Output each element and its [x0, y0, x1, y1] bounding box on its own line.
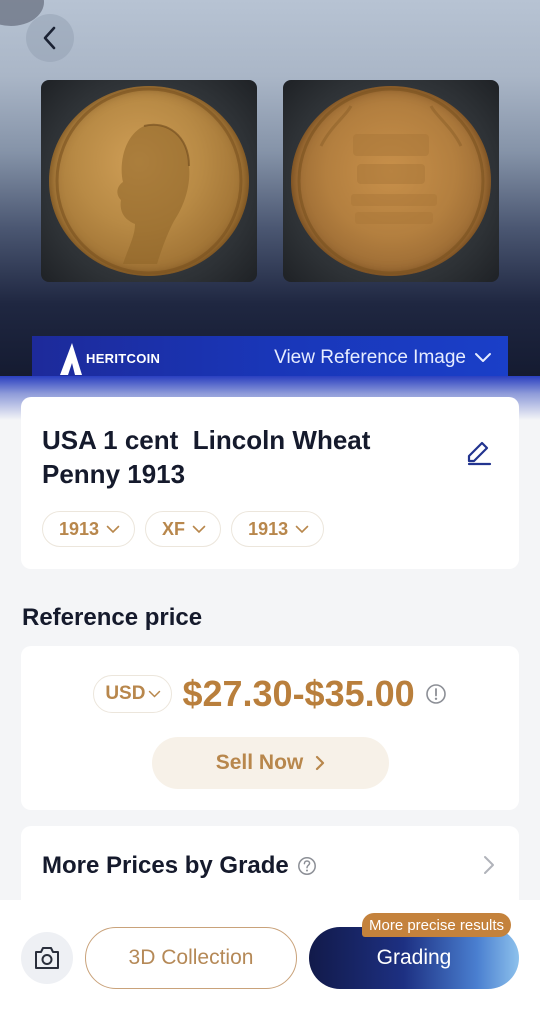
- more-precise-badge-label: More precise results: [369, 916, 505, 934]
- more-prices-label: More Prices by Grade: [42, 852, 289, 879]
- camera-icon: [35, 947, 59, 969]
- currency-label: USD: [105, 683, 146, 704]
- sell-now-label: Sell Now: [215, 751, 304, 774]
- brand-name: HERITCOIN: [86, 350, 161, 366]
- edit-button[interactable]: [465, 439, 493, 467]
- chevron-down-icon: [475, 353, 491, 362]
- coin-obverse: [49, 86, 249, 276]
- variety-chip-label: 1913: [248, 518, 289, 539]
- camera-button[interactable]: [21, 932, 73, 984]
- view-reference-label: View Reference Image: [274, 347, 466, 368]
- heritcoin-mark-icon: [60, 343, 82, 375]
- reference-banner[interactable]: HERITCOIN View Reference Image: [32, 336, 508, 380]
- year-chip[interactable]: 1913: [42, 511, 136, 547]
- more-precise-badge: More precise results: [362, 913, 512, 937]
- more-prices-by-grade-row[interactable]: More Prices by Grade: [21, 826, 519, 906]
- chevron-down-icon: [106, 525, 120, 533]
- edit-pencil-icon: [467, 441, 492, 466]
- coin-reverse: [291, 86, 491, 276]
- coin-title: USA 1 cent Lincoln Wheat Penny 1913: [42, 425, 378, 489]
- price-range: $27.30-$35.00: [182, 673, 415, 714]
- coin-image-header: HERITCOIN View Reference Image: [0, 0, 540, 380]
- heritcoin-logo: HERITCOIN: [58, 341, 160, 375]
- price-card: USD $27.30-$35.00 Sell Now: [21, 646, 519, 810]
- chevron-right-icon: [484, 856, 494, 874]
- chevron-down-icon: [149, 690, 161, 698]
- chevron-down-icon: [192, 525, 206, 533]
- variety-chip[interactable]: 1913: [231, 511, 325, 547]
- chevron-left-icon: [43, 26, 56, 50]
- help-icon[interactable]: [297, 856, 317, 876]
- coin-reverse-image[interactable]: [283, 80, 499, 282]
- price-row: USD $27.30-$35.00: [21, 673, 519, 715]
- more-prices-label-wrap: More Prices by Grade: [42, 852, 317, 880]
- bottom-action-bar: 3D Collection More precise results Gradi…: [0, 900, 540, 1016]
- chevron-down-icon: [295, 525, 309, 533]
- grade-chip-label: XF: [162, 518, 186, 539]
- grading-label: Grading: [376, 946, 452, 969]
- year-chip-label: 1913: [59, 518, 100, 539]
- chevron-right-icon: [316, 755, 325, 771]
- info-icon[interactable]: [425, 683, 447, 705]
- attribute-chips: 1913 XF 1913: [42, 511, 325, 547]
- back-button[interactable]: [26, 14, 74, 62]
- coin-info-card: USA 1 cent Lincoln Wheat Penny 1913 1913…: [21, 397, 519, 569]
- 3d-collection-button[interactable]: 3D Collection: [85, 927, 297, 989]
- grade-chip[interactable]: XF: [145, 511, 222, 547]
- reference-price-heading: Reference price: [22, 604, 203, 631]
- currency-select[interactable]: USD: [93, 675, 173, 713]
- view-reference-image-toggle[interactable]: View Reference Image: [274, 347, 492, 369]
- sell-now-button[interactable]: Sell Now: [152, 737, 389, 789]
- 3d-collection-label: 3D Collection: [128, 946, 254, 969]
- coin-obverse-image[interactable]: [41, 80, 257, 282]
